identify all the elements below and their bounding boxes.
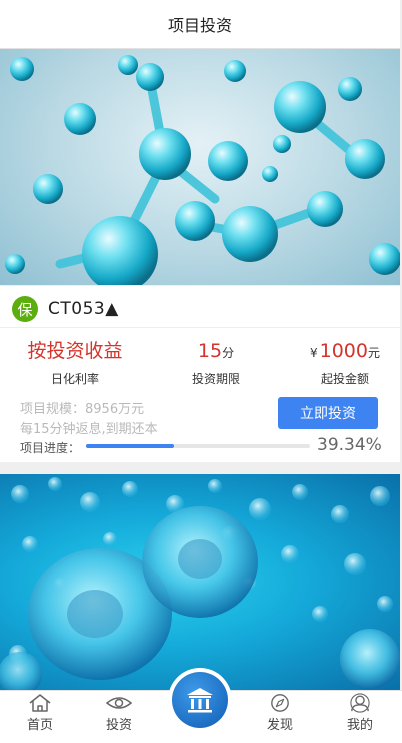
shield-badge-icon: 保 — [12, 296, 38, 322]
yield-type: 按投资收益 — [27, 340, 123, 362]
center-bank-button[interactable] — [168, 668, 232, 732]
compass-icon — [271, 694, 289, 712]
progress-fill — [86, 444, 175, 448]
min-amount-unit: 元 — [367, 346, 380, 360]
term-unit: 分 — [222, 346, 235, 360]
project-scale: 项目规模：8956万元 — [20, 402, 145, 417]
invest-now-button[interactable]: 立即投资 — [278, 397, 378, 429]
progress-label: 项目进度： — [20, 441, 81, 455]
tab-home[interactable]: 首页 — [10, 693, 70, 741]
yield-stat: 按投资收益 日化利率 — [20, 338, 130, 387]
product-title-row: 保 CT053▲ — [12, 295, 119, 323]
progress-bar — [86, 444, 310, 448]
center-bank-circle — [172, 672, 228, 728]
tab-mine-label: 我的 — [346, 718, 373, 733]
product-card[interactable]: 保 CT053▲ 按投资收益 日化利率 15分 投资期限 ¥1000元 起投金额… — [0, 286, 400, 462]
currency-symbol: ¥ — [309, 346, 318, 360]
tab-invest[interactable]: 投资 — [89, 693, 149, 741]
user-icon — [350, 693, 370, 713]
tab-mine[interactable]: 我的 — [330, 693, 390, 741]
top-header: 项目投资 — [0, 0, 400, 49]
term-value: 15 — [197, 340, 223, 362]
card-divider — [0, 327, 400, 328]
tab-discover[interactable]: 发现 — [250, 693, 310, 741]
bank-building-icon — [187, 688, 213, 713]
tab-discover-label: 发现 — [266, 718, 293, 733]
term-caption: 投资期限 — [191, 372, 240, 386]
product-name: CT053▲ — [48, 299, 119, 319]
yield-caption: 日化利率 — [50, 372, 99, 386]
tab-home-label: 首页 — [26, 718, 53, 733]
eye-icon — [105, 697, 133, 709]
min-amount-caption: 起投金额 — [320, 372, 369, 386]
progress-percent: 39.34% — [317, 435, 382, 455]
banner-cells-image[interactable] — [0, 474, 400, 690]
repayment-terms: 每15分钟返息,到期还本 — [20, 422, 158, 437]
home-icon — [29, 694, 51, 712]
banner-molecules-image[interactable] — [0, 49, 400, 285]
min-amount-value: 1000 — [319, 340, 368, 362]
tab-invest-label: 投资 — [105, 718, 132, 733]
term-stat: 15分 投资期限 — [176, 338, 256, 387]
page-title: 项目投资 — [167, 16, 232, 35]
min-amount-stat: ¥1000元 起投金额 — [300, 338, 390, 387]
